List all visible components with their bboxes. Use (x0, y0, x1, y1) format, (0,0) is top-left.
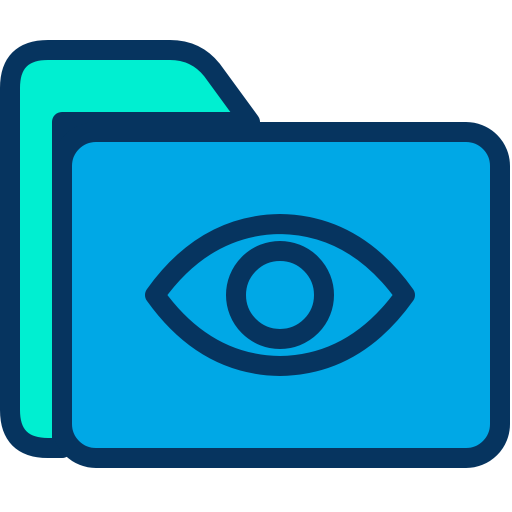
icon-canvas (0, 0, 512, 512)
folder-front-panel (52, 122, 510, 468)
folder-eye-icon (0, 40, 510, 468)
